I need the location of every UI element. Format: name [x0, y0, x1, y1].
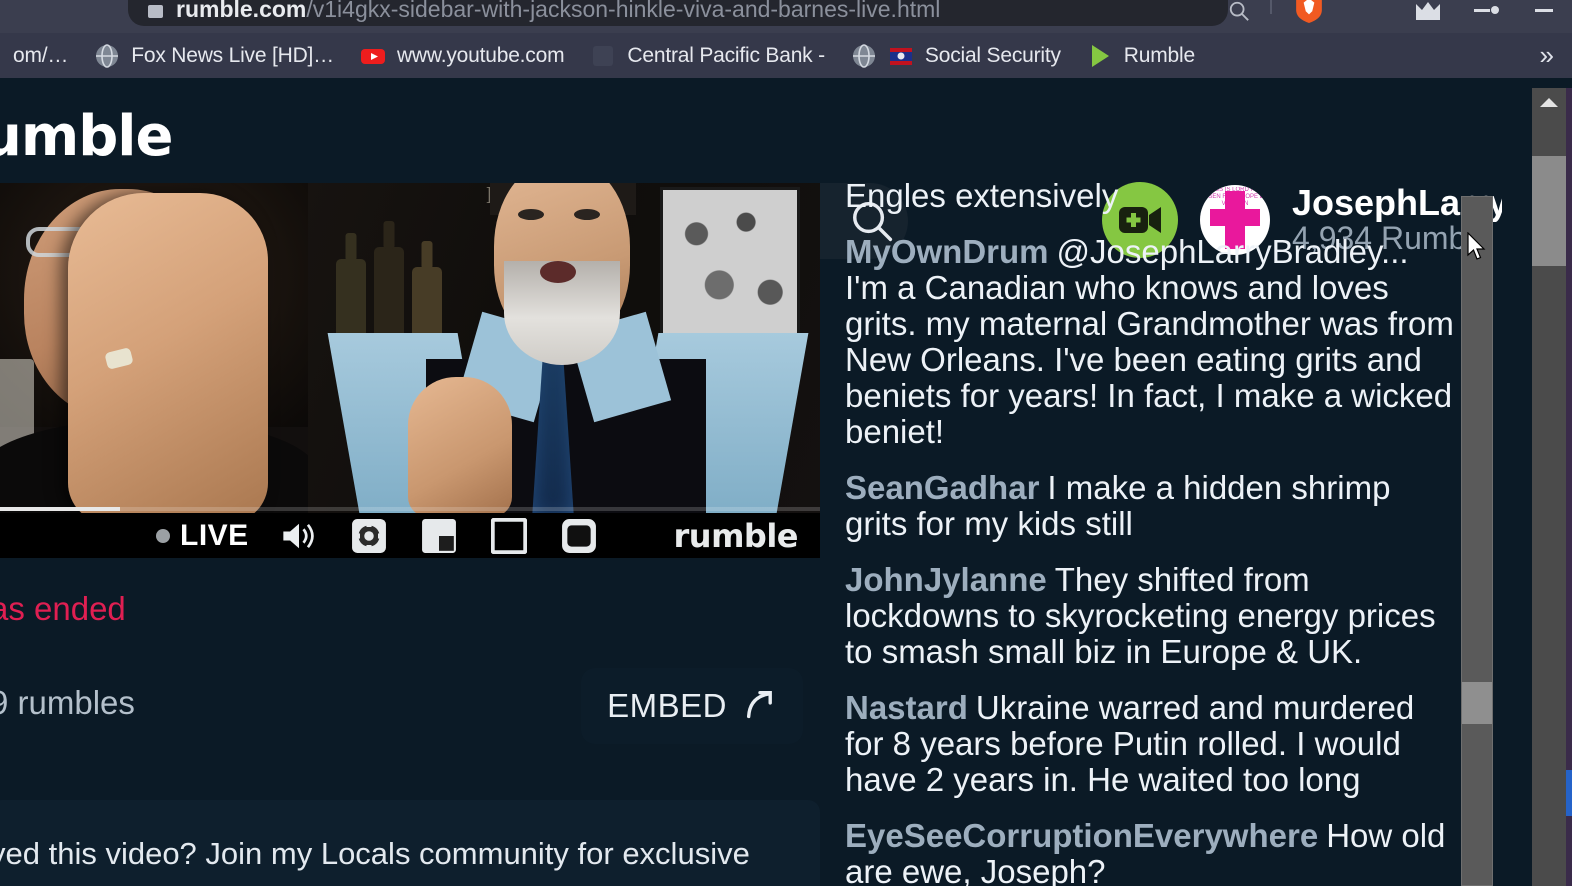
right-person-eye-right: [574, 209, 600, 220]
right-person-mouth: [540, 261, 576, 283]
rumbles-count-label: 9 rumbles: [0, 684, 135, 721]
address-bar[interactable]: rumble.com/v1i4gkx-sidebar-with-jackson-…: [128, 0, 1322, 26]
rumble-logo[interactable]: umble: [0, 104, 173, 169]
video-pane-right: KIN: [308, 183, 820, 513]
chat-message: JohnJylanne They shifted from lockdowns t…: [845, 562, 1455, 670]
fullscreen-button[interactable]: [559, 516, 599, 556]
blank-icon: [590, 43, 616, 69]
window-edge-highlight: [1566, 770, 1572, 816]
stream-ended-label: as ended: [0, 590, 126, 627]
settings-button[interactable]: [349, 516, 389, 556]
theater-mode-button[interactable]: [489, 516, 529, 556]
description-prefix: ent at: [0, 880, 76, 886]
window-controls: [1414, 0, 1558, 33]
live-indicator-dot: [156, 528, 170, 543]
chat-message-text: Engles extensively: [845, 178, 1119, 214]
omnibox-divider: [1270, 0, 1272, 14]
locals-link[interactable]: vivabarneslaw.locals.com: [76, 880, 426, 886]
picture-in-picture-button[interactable]: [419, 516, 459, 556]
bookmark-item-5[interactable]: Rumble: [1074, 33, 1208, 78]
playback-progress-bar[interactable]: [0, 507, 820, 511]
player-controls: LIVE rumble: [0, 507, 820, 558]
embed-button-label: EMBED: [607, 687, 727, 724]
scroll-up-arrow-icon[interactable]: [1532, 88, 1566, 116]
video-pane-left: [0, 183, 308, 513]
bookmark-label: Social Security: [924, 43, 1061, 67]
chat-username[interactable]: SeanGadhar: [845, 469, 1039, 506]
video-player[interactable]: KIN LIVE: [0, 183, 820, 558]
bookmark-item-3[interactable]: Central Pacific Bank -: [577, 33, 838, 78]
chat-username[interactable]: EyeSeeCorruptionEverywhere: [845, 817, 1318, 854]
browser-toolbar: rumble.com/v1i4gkx-sidebar-with-jackson-…: [0, 0, 1572, 33]
minimize-icon[interactable]: [1530, 0, 1558, 26]
bookmarks-overflow-button[interactable]: »: [1540, 33, 1554, 78]
chat-message: Engles extensively: [845, 178, 1455, 214]
globe-icon: [94, 43, 120, 69]
rumble-icon: [1087, 43, 1113, 69]
bookmark-item-1[interactable]: Fox News Live [HD]…: [81, 33, 347, 78]
chat-username[interactable]: JohnJylanne: [845, 561, 1047, 598]
extensions-icon[interactable]: [1472, 0, 1500, 26]
bookmark-item-0[interactable]: om/…: [0, 33, 81, 78]
video-description: yed this video? Join my Locals community…: [0, 800, 820, 886]
player-brand-label: rumble: [673, 516, 799, 555]
chat-message: SeanGadhar I make a hidden shrimp grits f…: [845, 470, 1455, 542]
chat-message: EyeSeeCorruptionEverywhere How old are ew…: [845, 818, 1455, 886]
site-header: umble Videos: [0, 78, 1540, 259]
right-person-eye-left: [518, 209, 544, 220]
chat-message: MyOwnDrum @JosephLarryBradley... I'm a Ca…: [845, 234, 1455, 450]
omnibox-search-icon[interactable]: [1228, 0, 1250, 22]
live-chat-list[interactable]: Engles extensively MyOwnDrum @JosephLarry…: [845, 178, 1455, 886]
right-bottles: [330, 191, 470, 351]
embed-button[interactable]: EMBED: [581, 668, 803, 744]
chat-message: Nastard Ukraine warred and murdered for 8…: [845, 690, 1455, 798]
bookmark-label: Central Pacific Bank -: [627, 43, 825, 67]
description-line-1: yed this video? Join my Locals community…: [0, 836, 750, 871]
brave-shield-icon[interactable]: [1296, 0, 1322, 23]
url-domain: rumble.com: [176, 0, 307, 22]
bookmark-label: www.youtube.com: [396, 43, 565, 67]
screen-root: rumble.com/v1i4gkx-sidebar-with-jackson-…: [0, 0, 1572, 886]
bookmark-label: om/…: [13, 43, 69, 67]
chat-username[interactable]: Nastard: [845, 689, 968, 726]
bookmarks-bar: om/… Fox News Live [HD]… www.youtube.com…: [0, 33, 1572, 78]
brave-rewards-icon[interactable]: [1414, 0, 1442, 26]
chat-username[interactable]: MyOwnDrum: [845, 233, 1049, 270]
live-label: LIVE: [180, 518, 249, 552]
youtube-icon: [360, 43, 386, 69]
right-wall-art: [660, 187, 800, 339]
rumble-page: umble Videos: [0, 78, 1572, 886]
bookmark-label: Fox News Live [HD]…: [131, 43, 334, 67]
address-bar-url: rumble.com/v1i4gkx-sidebar-with-jackson-…: [176, 0, 1176, 22]
bookmark-label: Rumble: [1123, 43, 1195, 67]
bookmark-item-2[interactable]: www.youtube.com: [347, 33, 577, 78]
page-scrollbar-thumb[interactable]: [1532, 156, 1566, 266]
bookmark-item-4[interactable]: Social Security: [838, 33, 1074, 78]
volume-button[interactable]: [279, 516, 319, 556]
share-arrow-icon: [743, 687, 777, 726]
right-person-hand: [408, 377, 512, 513]
chat-scrollbar-track[interactable]: [1461, 196, 1493, 886]
window-edge: [1566, 88, 1572, 886]
description-suffix: !: [426, 880, 435, 886]
live-status: LIVE: [156, 519, 249, 553]
chat-scrollbar-thumb[interactable]: [1462, 682, 1492, 724]
social-security-icon: [888, 43, 914, 69]
page-info-icon[interactable]: [148, 5, 163, 18]
left-person-hand: [68, 193, 268, 513]
globe-icon: [851, 43, 877, 69]
url-path: /v1i4gkx-sidebar-with-jackson-hinkle-viv…: [306, 0, 941, 22]
description-line-2: ent at vivabarneslaw.locals.com!: [0, 880, 820, 886]
